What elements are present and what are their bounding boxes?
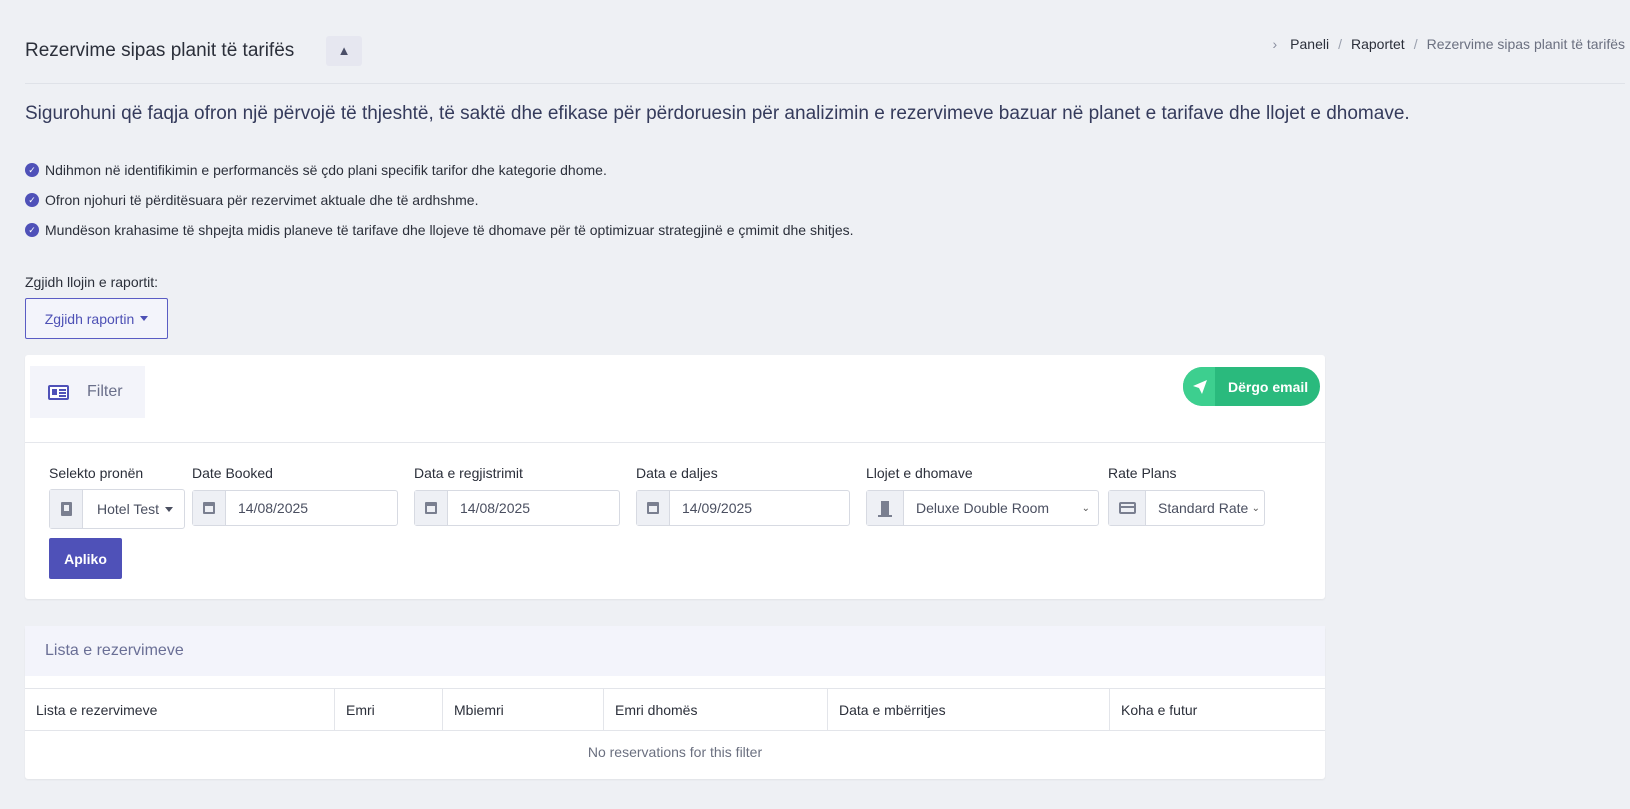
chevron-right-icon: › — [1272, 36, 1278, 52]
checkout-field: Data e daljes 14/09/2025 — [636, 465, 850, 526]
column-header[interactable]: Lista e rezervimeve — [25, 689, 335, 730]
apply-button[interactable]: Apliko — [49, 538, 122, 579]
collapse-toggle-button[interactable]: ▲ — [326, 36, 362, 66]
room-types-label: Llojet e dhomave — [866, 465, 973, 481]
report-select-dropdown[interactable]: Zgjidh raportin — [25, 298, 168, 339]
breadcrumb-item-raportet[interactable]: Raportet — [1351, 36, 1405, 52]
date-booked-input[interactable]: 14/08/2025 — [192, 490, 398, 526]
empty-table-message: No reservations for this filter — [587, 744, 763, 760]
checkout-label: Data e daljes — [636, 465, 718, 481]
checkin-field: Data e regjistrimit 14/08/2025 — [414, 465, 620, 526]
report-type-label: Zgjidh llojin e raportit: — [25, 274, 159, 290]
tab-filter[interactable]: Filter — [30, 366, 145, 418]
feature-item: ✓ Ofron njohuri të përditësuara për reze… — [25, 185, 854, 215]
rate-plans-value: Standard Rate — [1158, 500, 1249, 516]
page-title: Rezervime sipas planit të tarifës — [25, 40, 295, 61]
rate-plans-label: Rate Plans — [1108, 465, 1177, 481]
column-header[interactable]: Emri — [335, 689, 443, 730]
check-circle-icon: ✓ — [25, 223, 39, 237]
checkout-value: 14/09/2025 — [682, 500, 753, 516]
checkout-input[interactable]: 14/09/2025 — [636, 490, 850, 526]
property-label: Selekto pronën — [49, 465, 144, 481]
check-circle-icon: ✓ — [25, 163, 39, 177]
feature-text: Ndihmon në identifikimin e performancës … — [45, 162, 607, 178]
feature-item: ✓ Ndihmon në identifikimin e performancë… — [25, 155, 854, 185]
filter-card: Filter Dërgo email Selekto pronën Hotel … — [25, 355, 1325, 599]
property-value: Hotel Test — [97, 501, 159, 517]
rate-plans-select[interactable]: Standard Rate ⌄ — [1108, 490, 1265, 526]
tab-filter-label: Filter — [87, 383, 123, 400]
column-header[interactable]: Koha e futur — [1110, 689, 1325, 730]
calendar-icon — [193, 491, 226, 525]
room-types-select[interactable]: Deluxe Double Room ⌄ — [866, 490, 1099, 526]
id-card-icon — [48, 384, 69, 400]
intro-lead: Sigurohuni që faqja ofron një përvojë të… — [25, 103, 1410, 124]
breadcrumb-item-paneli[interactable]: Paneli — [1290, 36, 1329, 52]
breadcrumb-item-current: Rezervime sipas planit të tarifës — [1426, 36, 1625, 52]
feature-list: ✓ Ndihmon në identifikimin e performancë… — [25, 155, 854, 245]
send-email-label: Dërgo email — [1228, 378, 1309, 395]
caret-down-icon — [165, 506, 173, 512]
column-header[interactable]: Emri dhomës — [604, 689, 828, 730]
date-booked-field: Date Booked 14/08/2025 — [192, 465, 398, 526]
chevron-down-icon: ⌄ — [1081, 502, 1090, 514]
room-types-value: Deluxe Double Room — [916, 500, 1050, 516]
report-select-label: Zgjidh raportin — [44, 310, 135, 327]
feature-text: Mundëson krahasime të shpejta midis plan… — [45, 222, 854, 238]
feature-text: Ofron njohuri të përditësuara për rezerv… — [45, 192, 479, 208]
column-header[interactable]: Mbiemri — [443, 689, 604, 730]
paper-plane-icon — [1183, 367, 1215, 406]
credit-card-icon — [1109, 491, 1146, 525]
date-booked-label: Date Booked — [192, 465, 273, 481]
building-icon — [50, 490, 83, 528]
column-header[interactable]: Data e mbërritjes — [828, 689, 1110, 730]
rate-plans-field: Rate Plans Standard Rate ⌄ — [1108, 465, 1265, 526]
breadcrumb: › Paneli / Raportet / Rezervime sipas pl… — [1273, 36, 1626, 52]
feature-item: ✓ Mundëson krahasime të shpejta midis pl… — [25, 215, 854, 245]
divider — [25, 442, 1325, 443]
date-booked-value: 14/08/2025 — [238, 500, 309, 516]
send-email-button[interactable]: Dërgo email — [1183, 367, 1320, 406]
caret-down-icon — [140, 316, 149, 321]
calendar-icon — [637, 491, 670, 525]
reservations-card: Lista e rezervimeve Lista e rezervimeve … — [25, 626, 1325, 779]
calendar-icon — [415, 491, 448, 525]
room-types-field: Llojet e dhomave Deluxe Double Room ⌄ — [866, 465, 1099, 526]
check-circle-icon: ✓ — [25, 193, 39, 207]
breadcrumb-separator: / — [1413, 36, 1418, 52]
checkin-value: 14/08/2025 — [460, 500, 531, 516]
chevron-down-icon: ⌄ — [1251, 502, 1260, 514]
page-header: Rezervime sipas planit të tarifës ▲ › Pa… — [25, 34, 1625, 84]
door-icon — [867, 491, 904, 525]
property-field: Selekto pronën Hotel Test — [49, 465, 185, 529]
reservations-card-title: Lista e rezervimeve — [25, 626, 1325, 676]
table-header-row: Lista e rezervimeve Emri Mbiemri Emri dh… — [25, 689, 1325, 731]
checkin-label: Data e regjistrimit — [414, 465, 523, 481]
property-select[interactable]: Hotel Test — [49, 489, 185, 529]
breadcrumb-separator: / — [1338, 36, 1342, 52]
checkin-input[interactable]: 14/08/2025 — [414, 490, 620, 526]
reservations-table: Lista e rezervimeve Emri Mbiemri Emri dh… — [25, 688, 1325, 773]
